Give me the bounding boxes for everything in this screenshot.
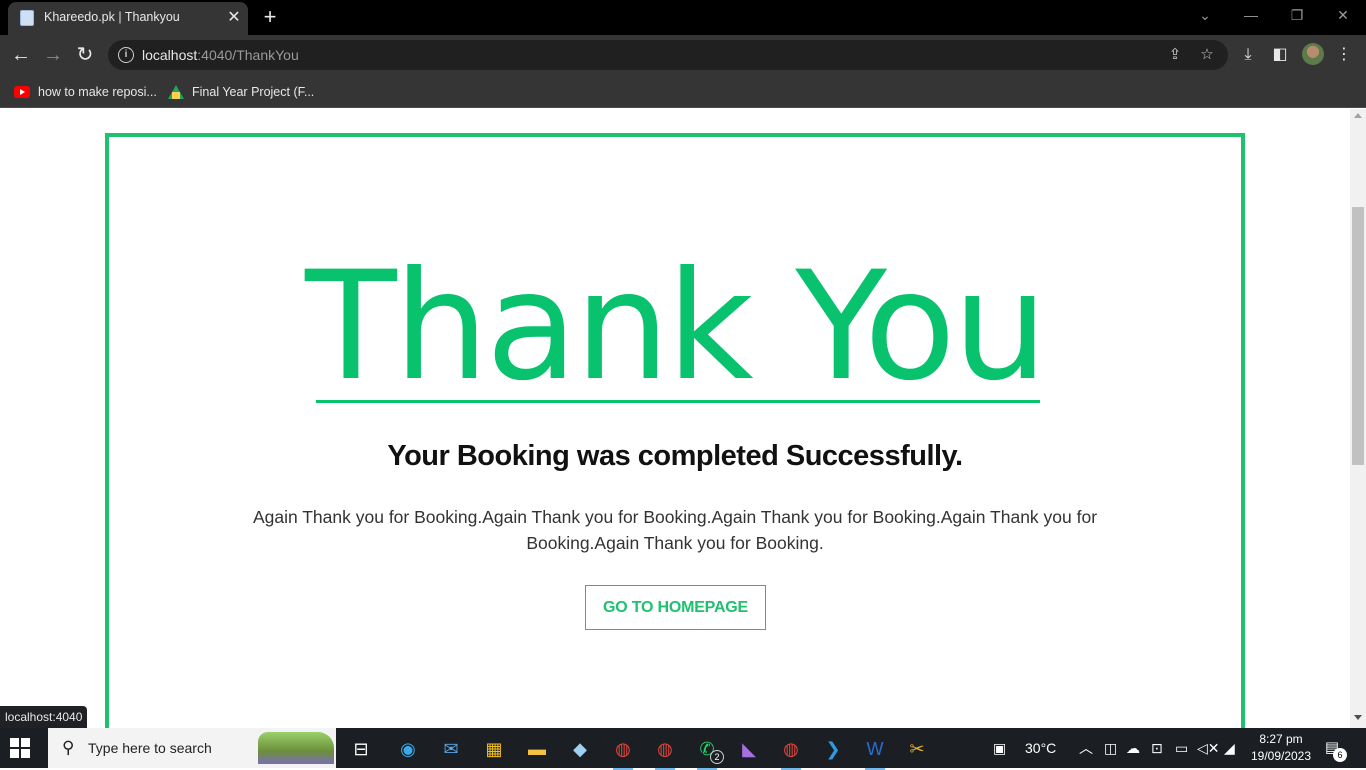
side-panel-icon[interactable]: ◧ (1266, 41, 1294, 69)
search-placeholder: Type here to search (88, 740, 212, 756)
minimize-button[interactable]: — (1228, 0, 1274, 30)
menu-kebab-icon[interactable]: ⋮ (1330, 41, 1358, 69)
word-icon[interactable]: W (860, 734, 890, 770)
share-icon[interactable]: ⇪ (1164, 44, 1186, 66)
youtube-icon (14, 86, 30, 98)
weather-temperature[interactable]: 30°C (1025, 738, 1056, 758)
system-clock[interactable]: 8:27 pm 19/09/2023 (1246, 731, 1316, 765)
mail-icon[interactable]: ✉ (436, 734, 466, 764)
whatsapp-icon[interactable]: ✆ 2 (692, 734, 724, 770)
bookmark-item[interactable]: how to make reposi... (14, 83, 157, 101)
file-explorer-icon[interactable]: ▬ (522, 734, 552, 764)
url-host: localhost (142, 47, 198, 63)
bookmark-label: Final Year Project (F... (192, 85, 315, 99)
forward-button[interactable]: → (38, 40, 68, 70)
battery-icon[interactable]: ▭ (1175, 738, 1188, 758)
chrome-alt-icon[interactable]: ◍ (776, 734, 806, 770)
visual-studio-icon[interactable]: ◣ (734, 734, 764, 764)
wifi-icon[interactable]: ◢ (1224, 738, 1235, 758)
tab-search-icon[interactable]: ⌄ (1182, 0, 1228, 30)
browser-titlebar: Khareedo.pk | Thankyou ✕ + ⌄ — ❐ ✕ (0, 0, 1366, 35)
restore-button[interactable]: ❐ (1274, 0, 1320, 30)
snipping-tool-icon[interactable]: ✂ (902, 734, 932, 764)
tab-close-icon[interactable]: ✕ (224, 8, 244, 28)
scroll-down-arrow-icon[interactable] (1354, 715, 1362, 720)
page-favicon-icon (20, 10, 34, 26)
sticky-app-icon[interactable]: ◆ (565, 734, 595, 764)
scrollbar-thumb[interactable] (1352, 207, 1364, 465)
new-tab-button[interactable]: + (258, 4, 282, 30)
bookmark-star-icon[interactable]: ☆ (1196, 44, 1218, 66)
url-text[interactable]: localhost:4040/ThankYou (142, 47, 299, 63)
chrome-profile-icon[interactable]: ◍ (650, 734, 680, 770)
security-icon[interactable]: ⊡ (1151, 738, 1163, 758)
chrome-icon[interactable]: ◍ (608, 734, 638, 770)
bookmark-label: how to make reposi... (38, 85, 157, 99)
url-path: :4040/ThankYou (197, 47, 299, 63)
taskbar-search-box[interactable]: ⚲ Type here to search (48, 728, 336, 768)
windows-start-icon[interactable] (10, 738, 30, 758)
profile-avatar[interactable] (1302, 43, 1324, 65)
thank-you-card: Thank You Your Booking was completed Suc… (105, 133, 1245, 728)
go-to-homepage-button[interactable]: GO TO HOMEPAGE (585, 585, 766, 630)
thank-you-heading: Thank You (305, 240, 1048, 414)
clock-time: 8:27 pm (1259, 732, 1303, 746)
clock-date: 19/09/2023 (1250, 749, 1312, 763)
reload-button[interactable]: ↻ (70, 40, 100, 70)
site-info-icon[interactable]: i (118, 47, 134, 63)
vscode-icon[interactable]: ❯ (818, 734, 848, 764)
task-view-icon[interactable]: ⊟ (346, 734, 376, 764)
bookmark-item[interactable]: Final Year Project (F... (168, 83, 314, 101)
meet-now-icon[interactable]: ◫ (1104, 738, 1117, 758)
thank-you-body-text: Again Thank you for Booking.Again Thank … (252, 507, 1098, 553)
download-icon[interactable]: ⤓ (1234, 41, 1262, 69)
page-scrollbar[interactable] (1350, 109, 1366, 728)
show-hidden-icons-icon[interactable]: ︿ (1079, 738, 1093, 758)
page-viewport: Thank You Your Booking was completed Suc… (0, 109, 1350, 728)
windows-taskbar: ⚲ Type here to search ⊟ ◉ ✉ ▦ ▬ ◆ ◍ ◍ ✆ 2… (0, 728, 1366, 770)
browser-toolbar: ← → ↻ i localhost:4040/ThankYou ⇪ ☆ ⤓ ◧ … (0, 35, 1366, 75)
search-highlight-illustration (258, 732, 334, 764)
news-widget-icon[interactable]: ▣ (993, 738, 1006, 758)
booking-success-message: Your Booking was completed Successfully. (387, 440, 963, 472)
bookmarks-bar: how to make reposi... Final Year Project… (0, 75, 1366, 108)
address-bar[interactable]: i localhost:4040/ThankYou ⇪ ☆ (108, 40, 1228, 70)
whatsapp-badge: 2 (710, 750, 724, 764)
google-drive-icon (168, 85, 184, 99)
tab-title: Khareedo.pk | Thankyou (44, 10, 180, 24)
onedrive-cloud-icon[interactable]: ☁ (1126, 738, 1140, 758)
back-button[interactable]: ← (6, 40, 36, 70)
edge-browser-icon[interactable]: ◉ (393, 734, 423, 764)
search-icon: ⚲ (62, 738, 75, 757)
scroll-up-arrow-icon[interactable] (1354, 113, 1362, 118)
volume-muted-icon[interactable]: ◁✕ (1197, 738, 1220, 758)
browser-tab-active[interactable]: Khareedo.pk | Thankyou ✕ (8, 2, 248, 35)
notification-count-badge: 6 (1333, 748, 1347, 762)
microsoft-store-icon[interactable]: ▦ (479, 734, 509, 764)
close-window-button[interactable]: ✕ (1320, 0, 1366, 30)
heading-underline (316, 400, 1040, 403)
link-status-tooltip: localhost:4040 (0, 706, 88, 728)
